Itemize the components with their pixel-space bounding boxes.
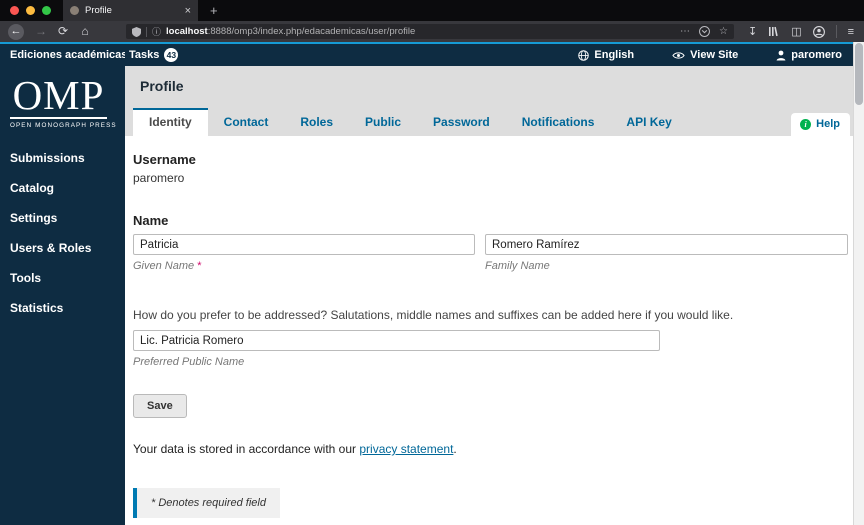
browser-toolbar: ← → ⟳ ⌂ ⓘ localhost:8888/omp3/index.php/… — [0, 21, 864, 42]
name-group: Name Given Name * Family Name — [133, 213, 848, 272]
tab-public[interactable]: Public — [349, 108, 417, 136]
sidebar-item-catalog[interactable]: Catalog — [0, 173, 125, 203]
identity-form: Username paromero Name Given Name * — [125, 136, 864, 525]
hamburger-menu-icon[interactable]: ≡ — [848, 26, 854, 38]
omp-logo-text: OMP — [10, 74, 107, 119]
urlbar-divider — [146, 26, 147, 37]
url-path: :8888/omp3/index.php/edacademicas/user/p… — [207, 26, 416, 37]
required-asterisk: * — [197, 260, 202, 272]
family-name-sublabel: Family Name — [485, 260, 550, 272]
toolbar-divider — [835, 25, 837, 38]
privacy-statement-link[interactable]: privacy statement — [359, 442, 453, 456]
new-tab-button[interactable]: + — [210, 3, 218, 18]
username-group: Username paromero — [133, 152, 848, 185]
url-bar[interactable]: ⓘ localhost:8888/omp3/index.php/edacadem… — [126, 24, 734, 39]
page-title: Profile — [140, 78, 184, 94]
preferred-name-hint: How do you prefer to be addressed? Salut… — [133, 308, 734, 322]
tasks-label: Tasks — [129, 49, 160, 61]
preferred-name-sublabel: Preferred Public Name — [133, 356, 245, 368]
scrollbar-thumb[interactable] — [855, 43, 863, 105]
library-icon[interactable] — [768, 26, 780, 37]
sidebar: OMP OPEN MONOGRAPH PRESS Submissions Cat… — [0, 66, 125, 525]
help-label: Help — [816, 118, 840, 130]
sidebar-item-settings[interactable]: Settings — [0, 203, 125, 233]
privacy-notice: Your data is stored in accordance with o… — [133, 442, 457, 456]
tab-api-key[interactable]: API Key — [610, 108, 687, 136]
sidebar-item-statistics[interactable]: Statistics — [0, 293, 125, 323]
back-icon[interactable]: ← — [8, 23, 24, 40]
view-site-link[interactable]: View Site — [672, 49, 738, 61]
omp-logo: OMP OPEN MONOGRAPH PRESS — [10, 74, 117, 129]
tab-favicon-icon — [70, 6, 79, 15]
press-name: Ediciones académicas — [10, 49, 125, 61]
minimize-window-button[interactable] — [26, 6, 35, 15]
sidebar-toggle-icon[interactable]: ◫ — [791, 25, 801, 38]
username-label: Username — [133, 152, 196, 167]
zoom-window-button[interactable] — [42, 6, 51, 15]
url-host: localhost — [166, 26, 208, 37]
close-window-button[interactable] — [10, 6, 19, 15]
downloads-icon[interactable]: ↧ — [748, 25, 757, 38]
page-header: Profile Identity Contact Roles Public Pa… — [125, 66, 864, 136]
pocket-icon[interactable] — [699, 26, 710, 37]
save-button[interactable]: Save — [133, 394, 187, 418]
globe-icon — [578, 49, 590, 61]
browser-tab[interactable]: Profile × — [63, 0, 198, 21]
sidebar-item-users-roles[interactable]: Users & Roles — [0, 233, 125, 263]
page-scrollbar[interactable] — [853, 42, 864, 525]
shield-icon — [132, 26, 141, 37]
tab-notifications[interactable]: Notifications — [506, 108, 611, 136]
app-topbar: Ediciones académicas Tasks 43 English Vi… — [0, 44, 864, 66]
profile-tabs: Identity Contact Roles Public Password N… — [125, 108, 864, 136]
browser-window: Profile × + ← → ⟳ ⌂ ⓘ localhost:8888/omp… — [0, 0, 864, 525]
eye-icon — [672, 51, 685, 59]
username-label: paromero — [791, 49, 842, 61]
window-controls — [0, 6, 63, 15]
tab-title: Profile — [85, 5, 112, 16]
sidebar-item-submissions[interactable]: Submissions — [0, 143, 125, 173]
language-menu[interactable]: English — [578, 49, 634, 61]
required-field-note: * Denotes required field — [133, 488, 280, 518]
family-name-input[interactable] — [485, 234, 848, 255]
view-site-label: View Site — [690, 49, 739, 61]
tab-close-icon[interactable]: × — [185, 5, 191, 17]
omp-logo-subtext: OPEN MONOGRAPH PRESS — [10, 122, 117, 129]
url-text: localhost:8888/omp3/index.php/edacademic… — [166, 26, 675, 37]
preferred-public-name-input[interactable] — [133, 330, 660, 351]
language-label: English — [594, 49, 635, 61]
tasks-button[interactable]: Tasks 43 — [129, 48, 179, 62]
site-info-icon[interactable]: ⓘ — [152, 25, 161, 38]
username-value: paromero — [133, 171, 185, 185]
help-icon: i — [800, 118, 812, 130]
tab-contact[interactable]: Contact — [208, 108, 285, 136]
reload-icon[interactable]: ⟳ — [52, 21, 74, 42]
page-actions-icon[interactable]: ⋯ — [680, 26, 690, 37]
browser-titlebar: Profile × + — [0, 0, 864, 21]
tab-roles[interactable]: Roles — [284, 108, 349, 136]
given-name-input[interactable] — [133, 234, 475, 255]
sidebar-item-tools[interactable]: Tools — [0, 263, 125, 293]
account-icon[interactable] — [812, 25, 825, 38]
sidebar-menu: Submissions Catalog Settings Users & Rol… — [0, 143, 125, 323]
given-name-sublabel: Given Name * — [133, 260, 202, 272]
person-icon — [776, 50, 786, 60]
tab-identity[interactable]: Identity — [133, 108, 208, 136]
home-icon[interactable]: ⌂ — [74, 21, 96, 42]
bookmark-star-icon[interactable]: ☆ — [719, 26, 728, 37]
forward-icon[interactable]: → — [30, 21, 52, 42]
tab-password[interactable]: Password — [417, 108, 506, 136]
user-menu[interactable]: paromero — [776, 49, 842, 61]
name-label: Name — [133, 213, 169, 228]
tasks-count-badge: 43 — [164, 48, 179, 62]
help-button[interactable]: i Help — [791, 113, 850, 136]
